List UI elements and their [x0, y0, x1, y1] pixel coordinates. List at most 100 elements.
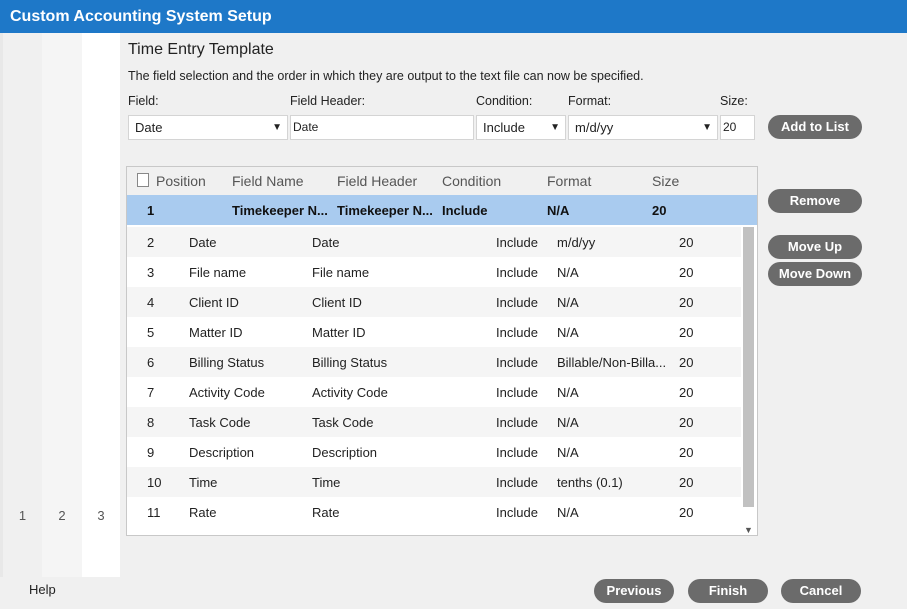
cell-field-name: Billing Status — [189, 355, 265, 370]
cell-format: N/A — [557, 415, 579, 430]
cell-condition: Include — [496, 415, 538, 430]
field-header-input-value: Date — [293, 120, 319, 134]
cell-condition: Include — [442, 203, 488, 218]
cell-position: 10 — [147, 475, 162, 490]
cell-field-name: Client ID — [189, 295, 239, 310]
cell-condition: Include — [496, 505, 538, 520]
cell-condition: Include — [496, 325, 538, 340]
column-header-condition[interactable]: Condition — [442, 173, 501, 189]
cell-format: N/A — [557, 505, 579, 520]
table-row[interactable]: 7 Activity Code Activity Code Include N/… — [127, 377, 741, 407]
cell-field-name: Activity Code — [189, 385, 265, 400]
cell-field-header: Time — [312, 475, 341, 490]
chevron-down-icon: ▼ — [550, 122, 560, 133]
cell-size: 20 — [679, 475, 694, 490]
grid-scrollbar[interactable]: ▼ — [741, 225, 757, 535]
cell-condition: Include — [496, 355, 538, 370]
cell-position: 3 — [147, 265, 155, 280]
help-link[interactable]: Help — [29, 582, 56, 597]
cell-size: 20 — [679, 295, 694, 310]
cancel-button[interactable]: Cancel — [781, 579, 861, 603]
cell-field-name: Matter ID — [189, 325, 243, 340]
cell-field-name: Timekeeper N... — [232, 203, 328, 218]
table-row[interactable]: 8 Task Code Task Code Include N/A 20 — [127, 407, 741, 437]
size-input-value: 20 — [723, 120, 737, 134]
column-header-format[interactable]: Format — [547, 173, 591, 189]
cell-field-header: Timekeeper N... — [337, 203, 433, 218]
add-to-list-button[interactable]: Add to List — [768, 115, 862, 139]
table-row[interactable]: 4 Client ID Client ID Include N/A 20 — [127, 287, 741, 317]
cell-field-header: Client ID — [312, 295, 362, 310]
cell-format: N/A — [557, 445, 579, 460]
format-label: Format: — [568, 94, 612, 108]
cell-format: m/d/yy — [557, 235, 596, 250]
field-label: Field: — [128, 94, 159, 108]
cell-position: 2 — [147, 235, 155, 250]
scrollbar-thumb[interactable] — [743, 227, 754, 507]
wizard-step-1-column: 1 — [3, 33, 42, 577]
wizard-step-2-column: 2 — [42, 33, 82, 577]
wizard-step-1[interactable]: 1 — [3, 508, 42, 523]
footer-bar — [0, 577, 907, 609]
table-row[interactable]: 2 Date Date Include m/d/yy 20 — [127, 227, 741, 257]
table-row[interactable]: 10 Time Time Include tenths (0.1) 20 — [127, 467, 741, 497]
cell-size: 20 — [679, 385, 694, 400]
table-row-selected[interactable]: 1 Timekeeper N... Timekeeper N... Includ… — [127, 195, 757, 225]
page-title: Time Entry Template — [128, 41, 274, 58]
cell-size: 20 — [652, 203, 667, 218]
cell-field-name: Rate — [189, 505, 217, 520]
field-header-label: Field Header: — [290, 94, 366, 108]
field-select[interactable]: Date ▼ — [128, 115, 288, 140]
table-row[interactable]: 11 Rate Rate Include N/A 20 — [127, 497, 741, 527]
cell-format: tenths (0.1) — [557, 475, 623, 490]
cell-field-header: Rate — [312, 505, 340, 520]
column-header-field-name[interactable]: Field Name — [232, 173, 304, 189]
field-header-input[interactable]: Date — [290, 115, 474, 140]
right-frame — [873, 33, 907, 577]
table-row[interactable]: 9 Description Description Include N/A 20 — [127, 437, 741, 467]
chevron-down-icon: ▼ — [272, 122, 282, 133]
format-select[interactable]: m/d/yy ▼ — [568, 115, 718, 140]
cell-condition: Include — [496, 235, 538, 250]
cell-size: 20 — [679, 415, 694, 430]
column-header-size[interactable]: Size — [652, 173, 679, 189]
move-down-button[interactable]: Move Down — [768, 262, 862, 286]
cell-position: 7 — [147, 385, 155, 400]
cell-size: 20 — [679, 265, 694, 280]
cell-condition: Include — [496, 445, 538, 460]
table-row[interactable]: 3 File name File name Include N/A 20 — [127, 257, 741, 287]
condition-select[interactable]: Include ▼ — [476, 115, 566, 140]
move-up-button[interactable]: Move Up — [768, 235, 862, 259]
cell-condition: Include — [496, 295, 538, 310]
scroll-down-arrow-icon[interactable]: ▼ — [744, 525, 753, 535]
finish-button[interactable]: Finish — [688, 579, 768, 603]
cell-field-header: Billing Status — [312, 355, 388, 370]
cell-size: 20 — [679, 355, 694, 370]
wizard-step-3[interactable]: 3 — [82, 508, 120, 523]
cell-field-name: File name — [189, 265, 247, 280]
column-header-field-header[interactable]: Field Header — [337, 173, 417, 189]
cell-position: 1 — [147, 203, 155, 218]
cell-field-header: File name — [312, 265, 370, 280]
previous-button[interactable]: Previous — [594, 579, 674, 603]
wizard-step-2[interactable]: 2 — [42, 508, 82, 523]
cell-field-name: Time — [189, 475, 218, 490]
cell-field-header: Activity Code — [312, 385, 388, 400]
cell-condition: Include — [496, 385, 538, 400]
cell-field-name: Description — [189, 445, 255, 460]
size-input[interactable]: 20 — [720, 115, 755, 140]
table-row[interactable]: 6 Billing Status Billing Status Include … — [127, 347, 741, 377]
page-description: The field selection and the order in whi… — [128, 69, 644, 83]
cell-size: 20 — [679, 325, 694, 340]
table-row[interactable]: 5 Matter ID Matter ID Include N/A 20 — [127, 317, 741, 347]
cell-position: 5 — [147, 325, 155, 340]
cell-format: N/A — [557, 385, 579, 400]
fields-grid: Position Field Name Field Header Conditi… — [126, 166, 758, 536]
cell-format: N/A — [547, 203, 570, 218]
remove-button[interactable]: Remove — [768, 189, 862, 213]
wizard-step-3-column: 3 — [82, 33, 120, 577]
cell-size: 20 — [679, 505, 694, 520]
document-icon — [137, 173, 149, 187]
condition-label: Condition: — [476, 94, 533, 108]
column-header-position[interactable]: Position — [156, 173, 206, 189]
